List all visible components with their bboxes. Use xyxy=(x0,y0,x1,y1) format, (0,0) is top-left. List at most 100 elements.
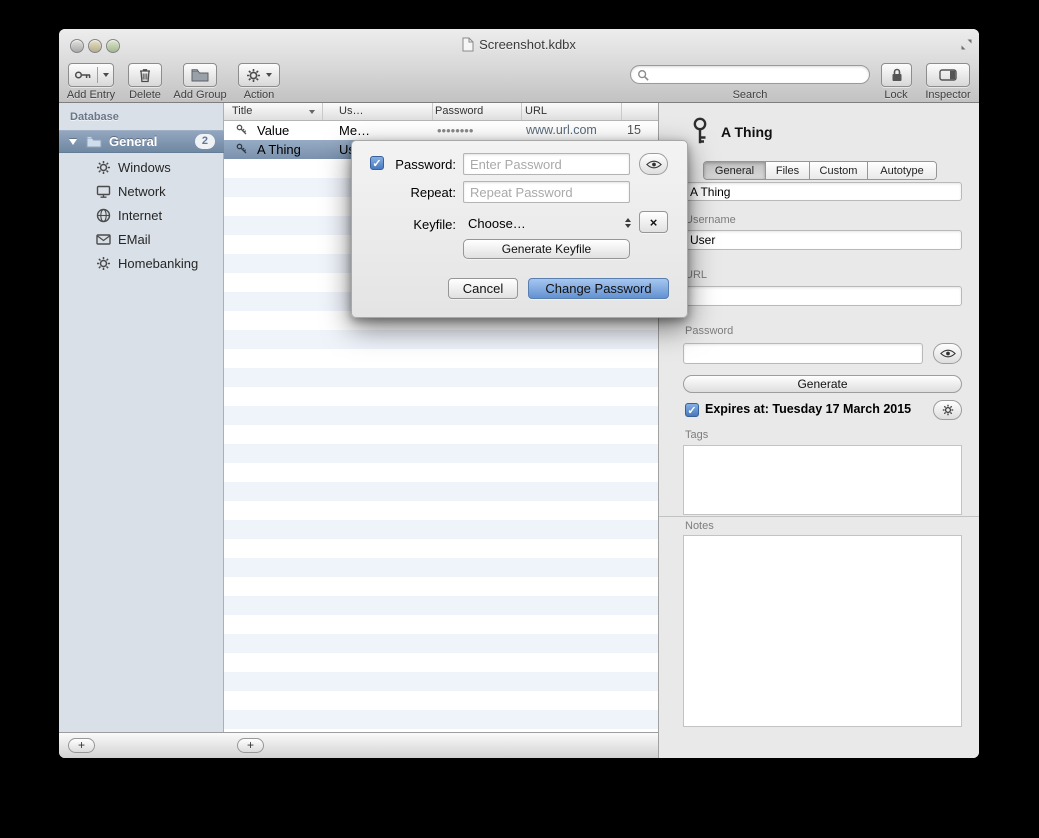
entry-list-header: Title Us… Password URL xyxy=(224,103,658,121)
sidebar-item-homebanking[interactable]: Homebanking xyxy=(59,251,224,275)
titlebar: Screenshot.kdbx Add Entry Delete A xyxy=(59,29,979,103)
show-password-button[interactable] xyxy=(933,343,962,364)
password-input[interactable] xyxy=(463,153,630,175)
gear-icon xyxy=(942,404,954,416)
inspector-panel: A Thing General Files Custom Autotype Us… xyxy=(658,103,979,758)
trash-icon xyxy=(138,67,152,83)
title-field[interactable] xyxy=(683,182,962,201)
cell-title: Value xyxy=(257,121,289,140)
keyfile-label: Keyfile: xyxy=(372,217,456,232)
app-window: Screenshot.kdbx Add Entry Delete A xyxy=(59,29,979,758)
screen-background: Screenshot.kdbx Add Entry Delete A xyxy=(0,0,1039,838)
tags-field[interactable] xyxy=(683,445,962,515)
tab-autotype[interactable]: Autotype xyxy=(868,162,936,179)
sidebar-item-label: Network xyxy=(118,184,166,199)
sidebar-header: Database xyxy=(70,111,119,123)
add-group-button[interactable] xyxy=(183,63,217,87)
tab-files[interactable]: Files xyxy=(766,162,810,179)
column-header-url[interactable]: URL xyxy=(525,105,547,117)
sort-indicator-icon xyxy=(309,110,315,114)
inspector-tabs: General Files Custom Autotype xyxy=(703,161,937,180)
action-button[interactable] xyxy=(238,63,280,87)
lock-icon xyxy=(890,67,904,83)
globe-icon xyxy=(96,208,111,223)
sidebar-group-general[interactable]: General 2 xyxy=(59,130,224,153)
entry-title: A Thing xyxy=(721,124,773,140)
key-icon xyxy=(236,143,248,155)
password-label: Password: xyxy=(372,157,456,172)
inspector-label: Inspector xyxy=(918,89,978,101)
show-password-button[interactable] xyxy=(639,153,668,175)
notes-field[interactable] xyxy=(683,535,962,727)
expires-checkbox[interactable]: ✓ xyxy=(685,403,699,417)
chevron-down-icon xyxy=(266,73,272,77)
tab-general[interactable]: General xyxy=(704,162,766,179)
folder-icon xyxy=(86,135,102,148)
envelope-icon xyxy=(96,232,111,247)
expires-settings-button[interactable] xyxy=(933,400,962,420)
add-entry-plus-button[interactable]: + xyxy=(237,738,264,753)
lock-button[interactable] xyxy=(881,63,912,87)
cancel-button[interactable]: Cancel xyxy=(448,278,518,299)
eye-icon xyxy=(646,160,662,169)
gear-icon xyxy=(96,160,111,175)
column-header-password[interactable]: Password xyxy=(435,105,483,117)
cell-modified: 15 xyxy=(627,121,641,140)
sidebar-item-email[interactable]: EMail xyxy=(59,227,224,251)
search-field[interactable] xyxy=(630,65,870,84)
search-label: Search xyxy=(720,89,780,101)
sidebar-item-label: Homebanking xyxy=(118,256,198,271)
expires-label: Expires at: Tuesday 17 March 2015 xyxy=(705,402,911,416)
inspector-button[interactable] xyxy=(926,63,970,87)
cell-username: Me… xyxy=(339,121,370,140)
column-header-title[interactable]: Title xyxy=(232,105,252,117)
cell-password: •••••••• xyxy=(437,121,473,140)
add-entry-button[interactable] xyxy=(68,63,114,87)
sidebar-item-internet[interactable]: Internet xyxy=(59,203,224,227)
password-field[interactable] xyxy=(683,343,923,364)
column-separator[interactable] xyxy=(621,103,622,120)
url-field[interactable] xyxy=(683,286,962,306)
inspector-pane-icon xyxy=(939,69,957,81)
cell-url: www.url.com xyxy=(526,121,597,140)
search-input[interactable] xyxy=(653,66,863,83)
key-icon xyxy=(236,124,248,136)
username-label: Username xyxy=(685,214,736,226)
column-header-username[interactable]: Us… xyxy=(339,105,363,117)
search-icon xyxy=(637,69,649,81)
table-row[interactable]: Value Me… •••••••• www.url.com 15 xyxy=(224,121,658,140)
generate-keyfile-button[interactable]: Generate Keyfile xyxy=(463,239,630,259)
entry-list-bottom-bar: + xyxy=(224,732,658,758)
lock-label: Lock xyxy=(866,89,926,101)
sidebar-item-windows[interactable]: Windows xyxy=(59,155,224,179)
disclosure-triangle-icon[interactable] xyxy=(69,139,77,145)
section-divider xyxy=(659,516,979,517)
password-label: Password xyxy=(685,325,733,337)
column-separator[interactable] xyxy=(322,103,323,120)
stepper-arrows-icon xyxy=(625,218,631,228)
generate-button[interactable]: Generate xyxy=(683,375,962,393)
keyfile-popup[interactable]: Choose… xyxy=(463,212,635,234)
gear-icon xyxy=(246,68,261,83)
tab-custom[interactable]: Custom xyxy=(810,162,868,179)
window-title-group: Screenshot.kdbx xyxy=(59,37,979,52)
change-password-button[interactable]: Change Password xyxy=(528,278,669,299)
notes-label: Notes xyxy=(685,520,714,532)
add-entry-label: Add Entry xyxy=(61,89,121,101)
key-icon xyxy=(74,69,92,81)
column-separator[interactable] xyxy=(432,103,433,120)
delete-button[interactable] xyxy=(128,63,162,87)
repeat-input[interactable] xyxy=(463,181,630,203)
action-label: Action xyxy=(229,89,289,101)
add-group-plus-button[interactable]: + xyxy=(68,738,95,753)
tags-label: Tags xyxy=(685,429,708,441)
clear-keyfile-button[interactable]: × xyxy=(639,211,668,233)
url-label: URL xyxy=(685,269,707,281)
eye-icon xyxy=(940,349,956,358)
sidebar-item-network[interactable]: Network xyxy=(59,179,224,203)
window-title: Screenshot.kdbx xyxy=(479,37,576,52)
sidebar-group-label: General xyxy=(109,134,157,149)
username-field[interactable] xyxy=(683,230,962,250)
fullscreen-icon[interactable] xyxy=(960,38,973,56)
column-separator[interactable] xyxy=(521,103,522,120)
